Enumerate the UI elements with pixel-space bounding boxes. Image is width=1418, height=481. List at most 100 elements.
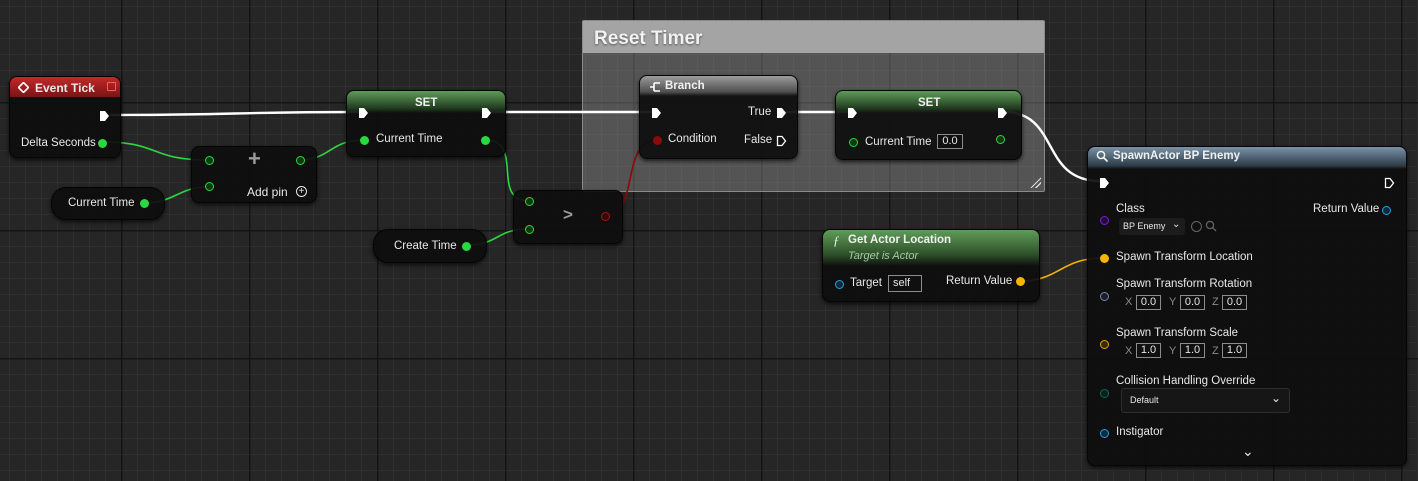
get-actor-location-node[interactable]: ƒ Get Actor Location Target is Actor Tar…	[822, 229, 1040, 302]
get-actor-location-title: Get Actor Location	[848, 234, 952, 246]
create-time-getter-node[interactable]: Create Time	[373, 229, 487, 263]
event-tick-title: Event Tick	[35, 81, 95, 95]
scale-x-field[interactable]: 1.0	[1136, 343, 1161, 358]
set2-exec-out-pin[interactable]	[997, 107, 1008, 119]
target-label: Target	[850, 277, 882, 289]
exec-wire-tick-set	[109, 110, 360, 117]
rotation-y-field[interactable]: 0.0	[1180, 295, 1205, 310]
set2-output-pin[interactable]	[996, 135, 1005, 144]
spawn-exec-in-pin[interactable]	[1099, 177, 1110, 189]
collision-dropdown[interactable]: Default ⌄	[1121, 388, 1290, 413]
instigator-pin[interactable]	[1100, 429, 1109, 438]
add-float-node[interactable]: + Add pin +	[191, 146, 317, 203]
spawn-exec-out-pin[interactable]	[1384, 177, 1395, 189]
set1-output-pin[interactable]	[481, 136, 490, 145]
delta-seconds-pin[interactable]	[98, 139, 107, 148]
set-current-time-reset-node[interactable]: SET Current Time 0.0	[835, 90, 1022, 160]
rotation-z-field[interactable]: 0.0	[1222, 295, 1247, 310]
spawn-actor-node[interactable]: SpawnActor BP Enemy Class BP Enemy ⌄ Ret…	[1087, 146, 1407, 466]
set1-exec-in-pin[interactable]	[358, 107, 369, 119]
get-actor-location-subtitle: Target is Actor	[848, 250, 919, 262]
add-circle-icon[interactable]: +	[296, 186, 307, 197]
rotation-y-axis: Y	[1169, 296, 1177, 308]
target-pin[interactable]	[835, 280, 844, 289]
compare-symbol: >	[563, 205, 573, 224]
compare-input-a-pin[interactable]	[525, 197, 534, 206]
target-self-field[interactable]: self	[888, 275, 922, 292]
rotation-z-axis: Z	[1212, 296, 1219, 308]
create-time-getter-label: Create Time	[394, 240, 457, 252]
comment-title[interactable]: Reset Timer	[583, 21, 1044, 53]
class-label: Class	[1116, 203, 1145, 215]
compare-input-b-pin[interactable]	[525, 225, 534, 234]
spawn-return-label: Return Value	[1313, 203, 1380, 215]
set2-pin-label: Current Time	[865, 136, 932, 148]
set2-input-pin[interactable]	[849, 138, 858, 147]
branch-false-pin[interactable]	[776, 135, 787, 147]
instigator-label: Instigator	[1116, 426, 1164, 438]
class-pin[interactable]	[1100, 216, 1109, 225]
create-time-getter-pin[interactable]	[462, 242, 471, 251]
get-actor-location-return-pin[interactable]	[1016, 277, 1025, 286]
branch-node[interactable]: Branch True Condition False	[639, 75, 798, 159]
greater-than-node[interactable]: >	[513, 190, 623, 244]
branch-condition-label: Condition	[668, 133, 717, 145]
event-diamond-icon	[18, 82, 29, 93]
scale-z-axis: Z	[1212, 345, 1219, 357]
set-current-time-node[interactable]: SET Current Time	[346, 90, 506, 157]
branch-header	[640, 76, 797, 96]
branch-icon	[650, 82, 660, 92]
expand-chevron-icon[interactable]: ⌄	[1242, 443, 1254, 460]
current-time-getter-label: Current Time	[68, 197, 135, 209]
rotation-x-axis: X	[1125, 296, 1133, 308]
scale-label: Spawn Transform Scale	[1116, 327, 1239, 339]
chevron-down-icon: ⌄	[1271, 391, 1282, 405]
set1-title: SET	[415, 97, 438, 109]
set2-exec-in-pin[interactable]	[847, 107, 858, 119]
delta-seconds-label: Delta Seconds	[21, 137, 96, 149]
function-f-glyph: ƒ	[833, 233, 840, 248]
rotation-pin[interactable]	[1100, 292, 1109, 301]
add-symbol: +	[248, 146, 261, 171]
scale-z-field[interactable]: 1.0	[1222, 343, 1247, 358]
spawn-title: SpawnActor BP Enemy	[1113, 150, 1240, 162]
stop-square-icon	[107, 82, 116, 91]
rotation-x-field[interactable]: 0.0	[1136, 295, 1161, 310]
scale-pin[interactable]	[1100, 340, 1109, 349]
current-time-getter-pin[interactable]	[140, 199, 149, 208]
branch-false-label: False	[744, 134, 773, 146]
compare-output-pin[interactable]	[601, 212, 610, 221]
exec-out-pin[interactable]	[99, 110, 110, 122]
spawn-return-pin[interactable]	[1382, 206, 1391, 215]
collision-pin[interactable]	[1100, 389, 1109, 398]
location-pin[interactable]	[1100, 254, 1109, 263]
location-label: Spawn Transform Location	[1116, 251, 1253, 263]
scale-x-axis: X	[1125, 345, 1133, 357]
set2-value-field[interactable]: 0.0	[937, 134, 963, 149]
branch-condition-pin[interactable]	[653, 136, 662, 145]
class-dropdown[interactable]: BP Enemy ⌄	[1119, 218, 1185, 235]
add-input-a-pin[interactable]	[205, 156, 214, 165]
branch-true-pin[interactable]	[776, 107, 787, 119]
chevron-down-icon: ⌄	[1172, 219, 1181, 230]
add-pin-label[interactable]: Add pin	[247, 185, 288, 199]
current-time-getter-node[interactable]: Current Time	[51, 187, 165, 220]
set1-exec-out-pin[interactable]	[481, 107, 492, 119]
set2-title: SET	[918, 97, 941, 109]
use-selected-icon[interactable]	[1191, 221, 1202, 232]
add-output-pin[interactable]	[296, 156, 305, 165]
scale-y-axis: Y	[1169, 345, 1177, 357]
class-dropdown-value: BP Enemy	[1123, 221, 1166, 231]
collision-dropdown-value: Default	[1130, 395, 1159, 405]
event-tick-node[interactable]: Event Tick Delta Seconds	[9, 76, 121, 158]
collision-label: Collision Handling Override	[1116, 375, 1256, 387]
comment-resize-handle[interactable]	[1029, 176, 1041, 188]
set1-input-pin[interactable]	[360, 136, 369, 145]
set1-pin-label: Current Time	[376, 133, 443, 145]
get-actor-location-return-label: Return Value	[946, 275, 1013, 287]
add-input-b-pin[interactable]	[205, 182, 214, 191]
branch-exec-in-pin[interactable]	[651, 107, 662, 119]
scale-y-field[interactable]: 1.0	[1180, 343, 1205, 358]
browse-search-icon[interactable]	[1205, 220, 1217, 232]
spawn-icon	[1096, 150, 1109, 163]
